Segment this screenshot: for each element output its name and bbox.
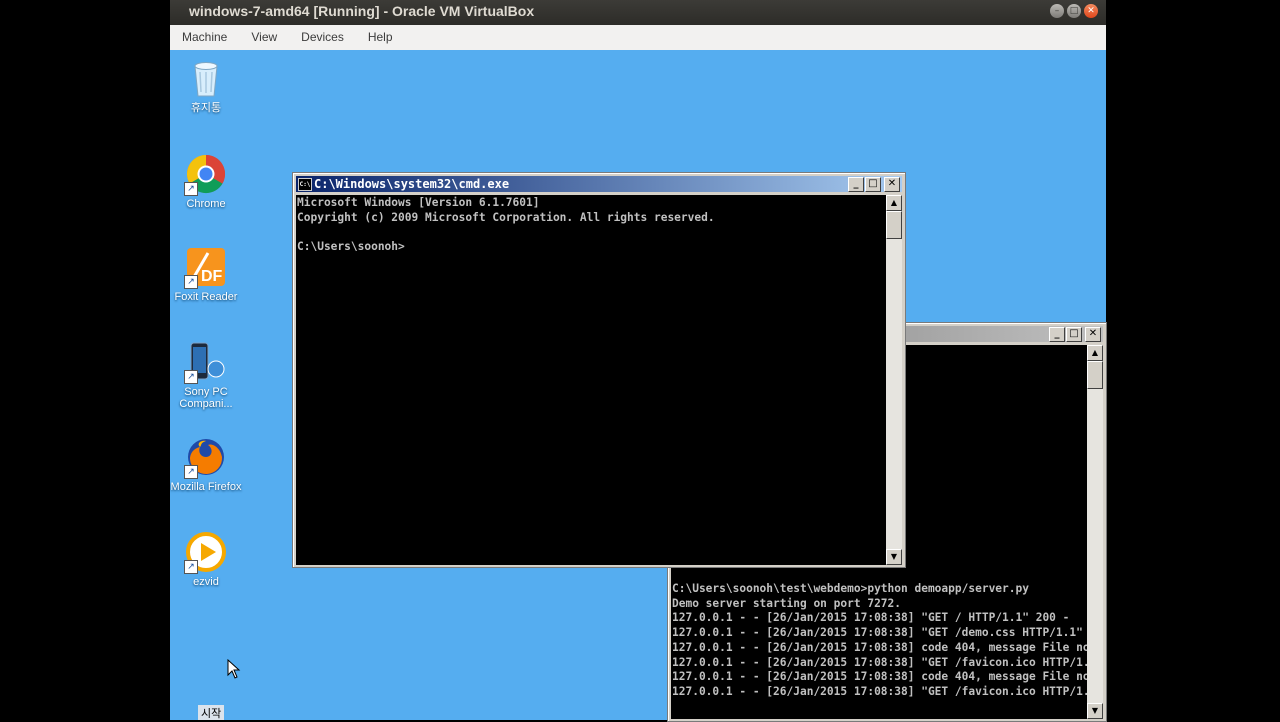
scroll-down-icon[interactable]: ▼ bbox=[1087, 703, 1103, 719]
console-lower-text: C:\Users\soonoh\test\webdemo>python demo… bbox=[672, 582, 1087, 700]
maximize-button[interactable]: □ bbox=[1067, 4, 1081, 18]
desktop-icon-chrome[interactable]: ↗ Chrome bbox=[170, 154, 242, 210]
maximize-button[interactable]: □ bbox=[1066, 327, 1082, 342]
cmd-window-active[interactable]: C:\ C:\Windows\system32\cmd.exe _ □ ✕ Mi… bbox=[292, 172, 906, 568]
minimize-button[interactable]: _ bbox=[1049, 327, 1065, 342]
close-button[interactable]: ✕ bbox=[884, 177, 900, 192]
vertical-scrollbar[interactable]: ▲ ▼ bbox=[886, 195, 902, 565]
window-controls: – □ ✕ bbox=[1050, 4, 1098, 18]
console-line: 127.0.0.1 - - [26/Jan/2015 17:08:38] cod… bbox=[672, 670, 1087, 684]
close-button[interactable]: ✕ bbox=[1084, 4, 1098, 18]
ezvid-icon: ↗ bbox=[184, 532, 226, 574]
cmd-window-controls: _ □ ✕ bbox=[1049, 327, 1101, 342]
scroll-down-icon[interactable]: ▼ bbox=[886, 549, 902, 565]
menu-view[interactable]: View bbox=[239, 25, 289, 50]
scroll-thumb[interactable] bbox=[886, 211, 902, 239]
maximize-button[interactable]: □ bbox=[865, 177, 881, 192]
console-line: 127.0.0.1 - - [26/Jan/2015 17:08:38] cod… bbox=[672, 640, 1087, 654]
icon-label: Chrome bbox=[186, 198, 226, 210]
menu-help[interactable]: Help bbox=[356, 25, 405, 50]
sony-pc-companion-icon: ↗ bbox=[184, 342, 226, 384]
console-line: Copyright (c) 2009 Microsoft Corporation… bbox=[297, 210, 715, 224]
cmd-titlebar[interactable]: C:\ C:\Windows\system32\cmd.exe _ □ ✕ bbox=[296, 176, 902, 192]
desktop-icon-recycle-bin[interactable]: 휴지통 bbox=[170, 58, 242, 114]
chrome-icon: ↗ bbox=[184, 154, 226, 196]
icon-label: ezvid bbox=[193, 576, 219, 588]
start-button[interactable]: 시작 bbox=[198, 705, 225, 720]
desktop-icon-ezvid[interactable]: ↗ ezvid bbox=[170, 532, 242, 588]
menu-machine[interactable]: Machine bbox=[170, 25, 239, 50]
foxit-reader-icon: DF ↗ bbox=[184, 247, 226, 289]
cmd-app-icon: C:\ bbox=[298, 178, 312, 191]
desktop-icon-firefox[interactable]: ↗ Mozilla Firefox bbox=[170, 437, 242, 493]
console-line: C:\Users\soonoh\test\webdemo>python demo… bbox=[672, 582, 1029, 595]
shortcut-arrow-icon: ↗ bbox=[184, 465, 198, 479]
console-line: 127.0.0.1 - - [26/Jan/2015 17:08:38] "GE… bbox=[672, 684, 1087, 698]
virtualbox-window: windows-7-amd64 [Running] - Oracle VM Vi… bbox=[170, 0, 1107, 722]
menu-devices[interactable]: Devices bbox=[289, 25, 356, 50]
icon-label: Sony PC Compani... bbox=[179, 386, 233, 410]
firefox-icon: ↗ bbox=[184, 437, 226, 479]
shortcut-arrow-icon: ↗ bbox=[184, 275, 198, 289]
console-line: 127.0.0.1 - - [26/Jan/2015 17:08:38] "GE… bbox=[672, 655, 1087, 669]
virtualbox-titlebar[interactable]: windows-7-amd64 [Running] - Oracle VM Vi… bbox=[170, 0, 1106, 25]
scroll-thumb[interactable] bbox=[1087, 361, 1103, 389]
close-button[interactable]: ✕ bbox=[1085, 327, 1101, 342]
console-line: 127.0.0.1 - - [26/Jan/2015 17:08:38] "GE… bbox=[672, 626, 1087, 640]
console-text: Microsoft Windows [Version 6.1.7601] Copy… bbox=[297, 196, 885, 255]
mouse-cursor-icon bbox=[227, 659, 241, 679]
cmd-window-controls: _ □ ✕ bbox=[848, 177, 900, 192]
shortcut-arrow-icon: ↗ bbox=[184, 182, 198, 196]
icon-label: Mozilla Firefox bbox=[170, 481, 242, 493]
console-line: Demo server starting on port 7272. bbox=[672, 596, 902, 610]
vertical-scrollbar[interactable]: ▲ ▼ bbox=[1087, 345, 1103, 719]
scroll-up-icon[interactable]: ▲ bbox=[1087, 345, 1103, 361]
shortcut-arrow-icon: ↗ bbox=[184, 370, 198, 384]
desktop-icon-foxit-reader[interactable]: DF ↗ Foxit Reader bbox=[170, 247, 242, 303]
window-title: windows-7-amd64 [Running] - Oracle VM Vi… bbox=[189, 3, 535, 19]
console-output[interactable]: Microsoft Windows [Version 6.1.7601] Copy… bbox=[296, 195, 886, 565]
menubar: Machine View Devices Help bbox=[170, 25, 1106, 50]
shortcut-arrow-icon: ↗ bbox=[184, 560, 198, 574]
console-line: 127.0.0.1 - - [26/Jan/2015 17:08:38] "GE… bbox=[672, 611, 1070, 625]
minimize-button[interactable]: _ bbox=[848, 177, 864, 192]
icon-label: 휴지통 bbox=[190, 102, 222, 114]
icon-label: Foxit Reader bbox=[174, 291, 238, 303]
recycle-bin-icon bbox=[186, 58, 226, 98]
console-line: C:\Users\soonoh> bbox=[297, 240, 405, 254]
minimize-button[interactable]: – bbox=[1050, 4, 1064, 18]
console-line: Microsoft Windows [Version 6.1.7601] bbox=[297, 196, 540, 209]
cmd-title: C:\Windows\system32\cmd.exe bbox=[314, 177, 510, 191]
scroll-up-icon[interactable]: ▲ bbox=[886, 195, 902, 211]
desktop-icon-sony-pc-companion[interactable]: ↗ Sony PC Compani... bbox=[170, 342, 242, 410]
svg-text:DF: DF bbox=[201, 268, 223, 285]
